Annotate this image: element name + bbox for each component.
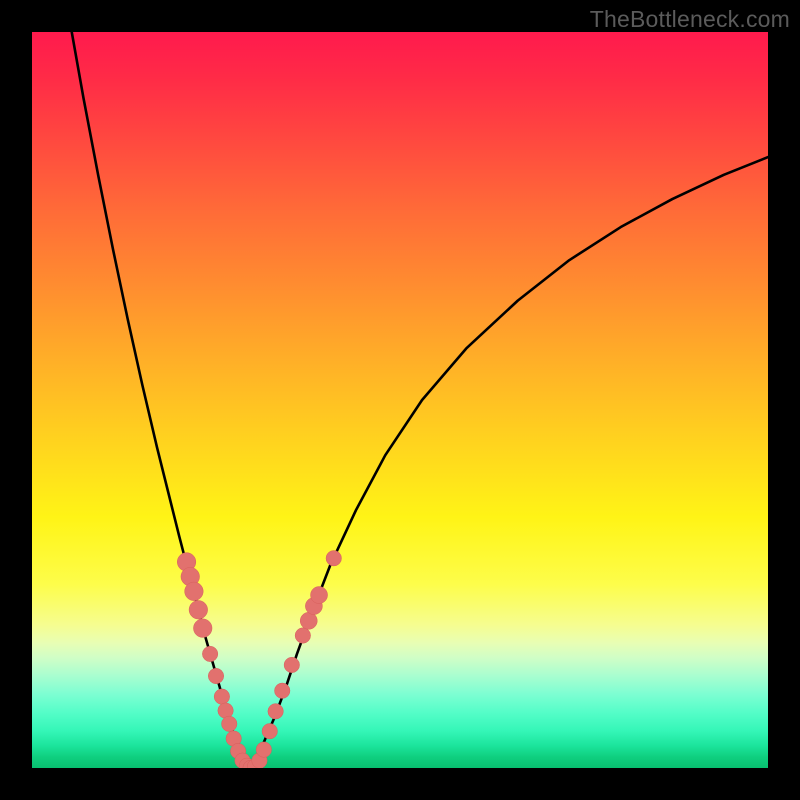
data-marker (189, 600, 208, 619)
data-marker (295, 628, 310, 643)
data-marker (256, 742, 271, 757)
data-marker (208, 668, 223, 683)
plot-area (32, 32, 768, 768)
bottleneck-curve (72, 32, 768, 768)
data-marker (218, 703, 233, 718)
data-marker (262, 723, 277, 738)
data-marker (222, 716, 237, 731)
data-marker (275, 683, 290, 698)
data-marker (214, 689, 229, 704)
data-marker (284, 657, 299, 672)
curve-right-branch (251, 157, 768, 768)
data-marker (300, 612, 317, 629)
data-marker (185, 582, 204, 601)
curve-left-branch (72, 32, 251, 768)
curve-layer (32, 32, 768, 768)
chart-frame: TheBottleneck.com (0, 0, 800, 800)
data-markers (177, 551, 341, 768)
watermark-text: TheBottleneck.com (590, 6, 790, 33)
data-marker (193, 619, 212, 638)
data-marker (311, 587, 328, 604)
data-marker (326, 551, 341, 566)
data-marker (268, 704, 283, 719)
data-marker (202, 646, 217, 661)
